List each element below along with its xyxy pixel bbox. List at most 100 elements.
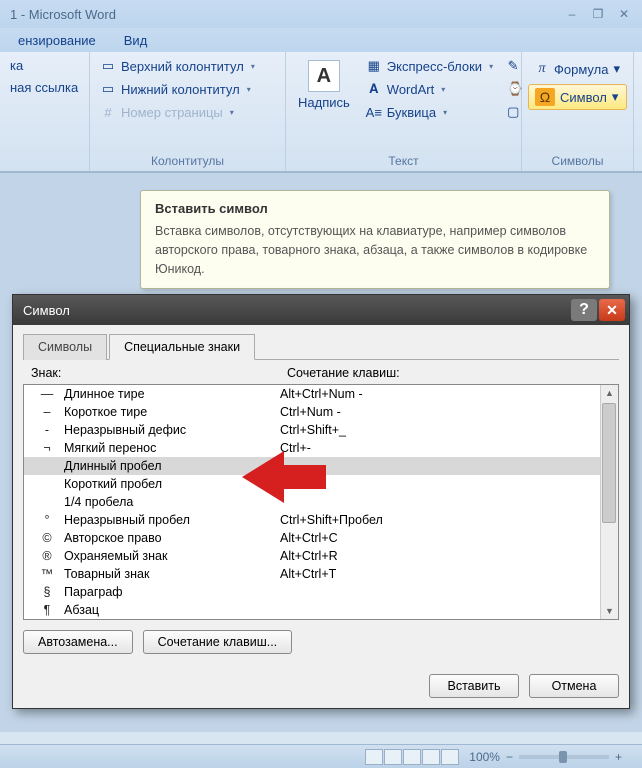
list-scrollbar[interactable]: ▲ ▼ — [600, 385, 618, 619]
outline-view[interactable] — [422, 749, 440, 765]
signature-button[interactable]: ✎ — [503, 56, 523, 76]
footer-icon: ▭ — [100, 81, 116, 97]
shortcut-key-button[interactable]: Сочетание клавиш... — [143, 630, 293, 654]
dropcap-icon: A≡ — [366, 104, 382, 120]
list-item[interactable]: Длинный пробел — [24, 457, 600, 475]
list-item[interactable]: Короткий пробел — [24, 475, 600, 493]
chevron-down-icon: ▾ — [443, 108, 447, 117]
text-group-label: Текст — [292, 151, 515, 169]
list-item[interactable]: -Неразрывный дефисCtrl+Shift+_ — [24, 421, 600, 439]
char-name: Авторское право — [64, 531, 280, 545]
header-footer-group-label: Колонтитулы — [96, 151, 279, 169]
bookmark-button[interactable]: ка — [6, 56, 83, 75]
zoom-level[interactable]: 100% — [469, 750, 500, 764]
draft-view[interactable] — [441, 749, 459, 765]
wordart-button[interactable]: 𝐀WordArt▾ — [362, 79, 497, 99]
datetime-icon: ⌚ — [507, 81, 523, 97]
cross-reference-button[interactable]: ная ссылка — [6, 78, 83, 97]
tab-symbols[interactable]: Символы — [23, 334, 107, 360]
dialog-titlebar[interactable]: Символ ? ✕ — [13, 295, 629, 325]
char-glyph: ™ — [30, 567, 64, 581]
zoom-in-button[interactable]: + — [615, 750, 622, 764]
text-group: A Надпись ▦Экспресс-блоки▾ 𝐀WordArt▾ A≡Б… — [286, 52, 522, 171]
char-name: Охраняемый знак — [64, 549, 280, 563]
quickparts-button[interactable]: ▦Экспресс-блоки▾ — [362, 56, 497, 76]
list-item[interactable]: ¬Мягкий переносCtrl+- — [24, 439, 600, 457]
special-characters-list: —Длинное тиреAlt+Ctrl+Num -–Короткое тир… — [23, 384, 619, 620]
header-footer-group: ▭Верхний колонтитул▾ ▭Нижний колонтитул▾… — [90, 52, 286, 171]
zoom-out-button[interactable]: − — [506, 750, 513, 764]
print-layout-view[interactable] — [365, 749, 383, 765]
cancel-button[interactable]: Отмена — [529, 674, 619, 698]
omega-icon: Ω — [535, 88, 555, 106]
symbols-group-label: Символы — [528, 151, 627, 169]
scroll-thumb[interactable] — [602, 403, 616, 523]
dialog-close-button[interactable]: ✕ — [599, 299, 625, 321]
char-glyph: ° — [30, 513, 64, 527]
dialog-help-button[interactable]: ? — [571, 299, 597, 321]
insert-symbol-tooltip: Вставить символ Вставка символов, отсутс… — [140, 190, 610, 289]
window-controls: – ❐ ✕ — [560, 5, 636, 23]
header-button[interactable]: ▭Верхний колонтитул▾ — [96, 56, 279, 76]
chevron-down-icon: ▾ — [230, 108, 234, 117]
footer-button[interactable]: ▭Нижний колонтитул▾ — [96, 79, 279, 99]
window-title: 1 - Microsoft Word — [6, 7, 116, 22]
scroll-down-button[interactable]: ▼ — [602, 603, 618, 619]
minimize-button[interactable]: – — [560, 5, 584, 23]
list-item[interactable]: 1/4 пробела — [24, 493, 600, 511]
textbox-button[interactable]: A Надпись — [292, 56, 356, 151]
char-name: Длинное тире — [64, 387, 280, 401]
char-glyph: ® — [30, 549, 64, 563]
list-item[interactable]: ¶Абзац — [24, 601, 600, 619]
char-glyph: ¶ — [30, 603, 64, 617]
tab-review[interactable]: ензирование — [4, 29, 110, 52]
char-name: Короткое тире — [64, 405, 280, 419]
datetime-button[interactable]: ⌚ — [503, 79, 523, 99]
char-glyph: - — [30, 423, 64, 437]
full-screen-view[interactable] — [384, 749, 402, 765]
autocorrect-button[interactable]: Автозамена... — [23, 630, 133, 654]
list-item[interactable]: °Неразрывный пробелCtrl+Shift+Пробел — [24, 511, 600, 529]
scroll-up-button[interactable]: ▲ — [602, 385, 618, 401]
list-body[interactable]: —Длинное тиреAlt+Ctrl+Num -–Короткое тир… — [24, 385, 600, 619]
char-shortcut: Alt+Ctrl+T — [280, 567, 600, 581]
dropcap-button[interactable]: A≡Буквица▾ — [362, 102, 497, 122]
char-shortcut: Alt+Ctrl+C — [280, 531, 600, 545]
insert-button[interactable]: Вставить — [429, 674, 519, 698]
window-titlebar: 1 - Microsoft Word – ❐ ✕ — [0, 0, 642, 28]
tooltip-title: Вставить символ — [155, 201, 595, 216]
close-window-button[interactable]: ✕ — [612, 5, 636, 23]
view-buttons — [365, 749, 459, 765]
list-item[interactable]: §Параграф — [24, 583, 600, 601]
dialog-title: Символ — [23, 303, 70, 318]
char-name: Короткий пробел — [64, 477, 280, 491]
symbol-button[interactable]: ΩСимвол▾ — [528, 84, 627, 110]
chevron-down-icon: ▾ — [251, 62, 255, 71]
dialog-left-buttons: Автозамена... Сочетание клавиш... — [23, 630, 619, 654]
object-button[interactable]: ▢ — [503, 102, 523, 122]
dialog-tabs: Символы Специальные знаки — [23, 333, 619, 360]
restore-button[interactable]: ❐ — [586, 5, 610, 23]
symbol-dialog: Символ ? ✕ Символы Специальные знаки Зна… — [12, 294, 630, 709]
list-item[interactable]: —Длинное тиреAlt+Ctrl+Num - — [24, 385, 600, 403]
list-item[interactable]: –Короткое тиреCtrl+Num - — [24, 403, 600, 421]
equation-button[interactable]: πФормула▾ — [528, 56, 627, 82]
char-name: Неразрывный дефис — [64, 423, 280, 437]
list-item[interactable]: ®Охраняемый знакAlt+Ctrl+R — [24, 547, 600, 565]
tab-special-characters[interactable]: Специальные знаки — [109, 334, 255, 360]
char-name: 1/4 пробела — [64, 495, 280, 509]
char-glyph: – — [30, 405, 64, 419]
header-sign: Знак: — [31, 366, 287, 380]
list-headers: Знак: Сочетание клавиш: — [31, 366, 619, 380]
dialog-right-buttons: Вставить Отмена — [23, 674, 619, 698]
char-name: Неразрывный пробел — [64, 513, 280, 527]
page-number-button[interactable]: #Номер страницы▾ — [96, 102, 279, 122]
list-item[interactable]: ™Товарный знакAlt+Ctrl+T — [24, 565, 600, 583]
page-number-icon: # — [100, 104, 116, 120]
symbols-group: πФормула▾ ΩСимвол▾ Символы — [522, 52, 634, 171]
char-glyph: ¬ — [30, 441, 64, 455]
web-layout-view[interactable] — [403, 749, 421, 765]
tab-view[interactable]: Вид — [110, 29, 162, 52]
list-item[interactable]: ©Авторское правоAlt+Ctrl+C — [24, 529, 600, 547]
zoom-slider[interactable] — [519, 755, 609, 759]
